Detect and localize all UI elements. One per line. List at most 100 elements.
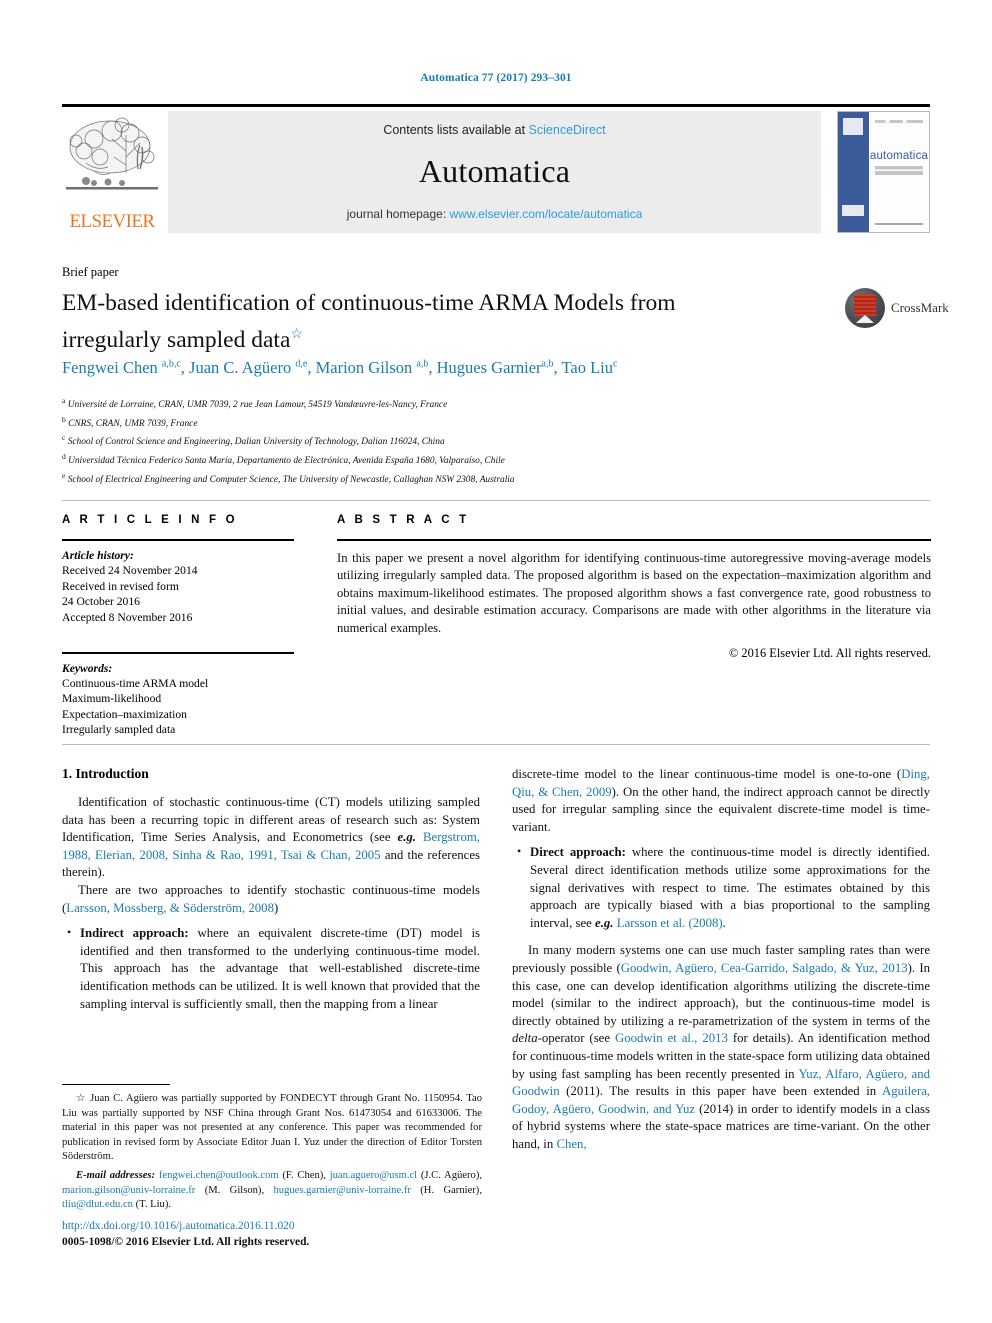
cover-face: automatica — [869, 112, 929, 232]
footnote-paragraph: ☆ Juan C. Agüero was partially supported… — [62, 1092, 482, 1165]
crossmark-book-icon — [854, 294, 876, 316]
email-addresses-block: E-mail addresses: fengwei.chen@outlook.c… — [62, 1169, 483, 1211]
list-item: Indirect approach: where an equivalent d… — [67, 924, 480, 1013]
approach-bullet-list: Indirect approach: where an equivalent d… — [62, 924, 480, 1013]
elsevier-wordmark: ELSEVIER — [69, 211, 156, 232]
email-owner: (T. Liu) — [135, 1199, 169, 1211]
contents-lists-line: Contents lists available at ScienceDirec… — [168, 123, 821, 137]
email-link[interactable]: fengwei.chen@outlook.com — [159, 1170, 279, 1181]
affiliation-marker: c — [62, 433, 66, 443]
email-owner: (J.C. Agüero) — [420, 1169, 480, 1181]
citation-link[interactable]: Goodwin et al., 2013 — [615, 1031, 728, 1045]
journal-homepage-line: journal homepage: www.elsevier.com/locat… — [168, 207, 821, 221]
paper-page: Automatica 77 (2017) 293–301 ELSEVIER Co… — [0, 0, 992, 1323]
affiliation-text: School of Control Science and Engineerin… — [67, 437, 445, 448]
cover-footer-rule — [875, 223, 923, 225]
affiliation-marker: a — [62, 396, 66, 405]
email-link[interactable]: hugues.garnier@univ-lorraine.fr — [273, 1185, 410, 1196]
ifac-footer-logo-icon — [842, 205, 864, 216]
cover-left-band — [838, 112, 869, 232]
affiliation-marker: b — [62, 414, 66, 424]
para-text: discrete-time model to the linear contin… — [512, 767, 902, 781]
article-type-label: Brief paper — [62, 265, 119, 279]
affiliation-marker: e — [62, 470, 66, 480]
keyword-item: Continuous-time ARMA model — [62, 676, 209, 690]
sciencedirect-link[interactable]: ScienceDirect — [529, 123, 606, 137]
keyword-item: Expectation–maximization — [62, 707, 187, 721]
paragraph-modern-systems: In many modern systems one can use much … — [512, 942, 930, 1153]
body-column-left: 1. Introduction Identification of stocha… — [62, 766, 480, 1019]
abstract-rule — [337, 539, 931, 541]
crossmark-badge[interactable]: CrossMark — [845, 286, 949, 330]
cover-header-rule — [875, 120, 923, 123]
para-text: (2011). The results in this paper have b… — [559, 1084, 883, 1099]
citation-link[interactable]: Larsson, Mossberg, & Söderström, 2008 — [66, 901, 274, 915]
abstract-copyright: © 2016 Elsevier Ltd. All rights reserved… — [728, 646, 931, 661]
keywords-block: Keywords: Continuous-time ARMA model Max… — [62, 661, 297, 738]
citation-link[interactable]: Larsson et al. — [614, 916, 686, 930]
journal-homepage-link[interactable]: www.elsevier.com/locate/automatica — [450, 207, 643, 221]
affiliation-item: c School of Control Science and Engineer… — [62, 431, 922, 450]
bullet-label: Direct approach: — [530, 845, 626, 860]
title-footnote-marker: ☆ — [290, 327, 303, 342]
page-title: EM-based identification of continuous-ti… — [62, 288, 762, 356]
homepage-prefix: journal homepage: — [346, 207, 450, 221]
footnote-rule — [62, 1084, 170, 1086]
email-addresses-label: E-mail addresses: — [76, 1169, 156, 1181]
footnote-text: Juan C. Agüero was partially supported b… — [62, 1093, 482, 1163]
bullet-text: . — [722, 915, 726, 930]
history-item: Accepted 8 November 2016 — [62, 610, 193, 624]
article-history-block: Article history: Received 24 November 20… — [62, 548, 297, 625]
paragraph-indirect-cont: discrete-time model to the linear contin… — [512, 766, 930, 836]
section-heading-introduction: 1. Introduction — [62, 766, 149, 781]
email-owner: (M. Gilson) — [204, 1184, 262, 1196]
keywords-rule — [62, 652, 294, 654]
article-info-heading: A R T I C L E I N F O — [62, 514, 238, 526]
para-emphasis: delta — [512, 1031, 538, 1046]
abstract-text: In this paper we present a novel algorit… — [337, 551, 931, 635]
issn-copyright-line: 0005-1098/© 2016 Elsevier Ltd. All right… — [62, 1236, 310, 1248]
history-item: Received 24 November 2014 — [62, 564, 198, 578]
article-info-rule — [62, 539, 294, 541]
footnote-marker: ☆ — [76, 1093, 87, 1104]
para-text: -operator (see — [537, 1031, 615, 1046]
affiliation-marker: d — [62, 452, 66, 462]
paragraph-intro-1: Identification of stochastic continuous-… — [62, 794, 480, 882]
article-history-label: Article history: — [62, 549, 134, 562]
divider-above-info — [62, 500, 930, 501]
contents-band: Contents lists available at ScienceDirec… — [168, 111, 821, 233]
crossmark-arrow-icon — [856, 315, 874, 323]
citation-link[interactable]: Chen, — [556, 1137, 586, 1151]
crossmark-icon — [845, 288, 885, 328]
article-info-panel: A R T I C L E I N F O Article history: R… — [62, 514, 297, 738]
email-owner: (H. Garnier) — [420, 1184, 480, 1196]
ifac-logo-icon — [843, 118, 863, 135]
keyword-item: Irregularly sampled data — [62, 723, 176, 737]
affiliation-item: e School of Electrical Engineering and C… — [62, 469, 922, 488]
affiliation-text: Université de Lorraine, CRAN, UMR 7039, … — [67, 400, 448, 411]
title-text: EM-based identification of continuous-ti… — [62, 290, 676, 353]
abstract-panel: A B S T R A C T In this paper we present… — [337, 514, 931, 661]
history-item: 24 October 2016 — [62, 595, 140, 609]
author-list: Fengwei Chen a,b,c, Juan C. Agüero d,e, … — [62, 358, 618, 377]
elsevier-tree-icon — [64, 113, 160, 209]
affiliation-item: b CNRS, CRAN, UMR 7039, France — [62, 413, 922, 432]
citation-year[interactable]: (2008) — [685, 916, 723, 930]
divider-above-body — [62, 744, 930, 745]
email-link[interactable]: marion.gilson@univ-lorraine.fr — [62, 1185, 195, 1196]
journal-cover-thumbnail: automatica — [837, 111, 930, 233]
email-link[interactable]: juan.aguero@usm.cl — [330, 1170, 417, 1181]
direct-approach-bullet-list: Direct approach: where the continuous-ti… — [512, 843, 930, 932]
email-owner: (F. Chen) — [282, 1169, 324, 1181]
journal-masthead: ELSEVIER Contents lists available at Sci… — [62, 104, 930, 233]
email-link[interactable]: tliu@dlut.edu.cn — [62, 1199, 133, 1210]
doi-link[interactable]: http://dx.doi.org/10.1016/j.automatica.2… — [62, 1218, 492, 1234]
para-emphasis: e.g. — [397, 830, 416, 845]
affiliation-text: Universidad Técnica Federico Santa María… — [68, 456, 505, 467]
citation-link[interactable]: Goodwin, Agüero, Cea-Garrido, Salgado, &… — [621, 961, 908, 975]
affiliation-item: a Université de Lorraine, CRAN, UMR 7039… — [62, 394, 922, 413]
history-item: Received in revised form — [62, 579, 179, 593]
bullet-emphasis: e.g. — [595, 915, 614, 930]
imprint-block: http://dx.doi.org/10.1016/j.automatica.2… — [62, 1218, 492, 1250]
abstract-heading: A B S T R A C T — [337, 514, 470, 526]
